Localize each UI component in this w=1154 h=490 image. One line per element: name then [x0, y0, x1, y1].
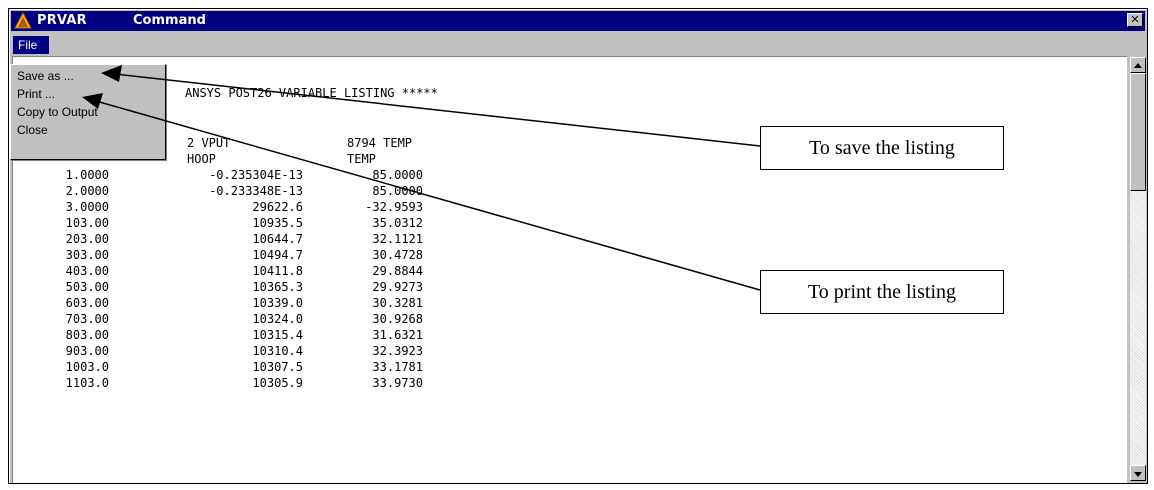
table-cell: 32.3923	[372, 344, 423, 358]
column-header-3-line2: TEMP	[347, 152, 376, 166]
table-cell: 35.0312	[372, 216, 423, 230]
table-cell: 10494.7	[252, 248, 303, 262]
table-cell: 1.0000	[65, 168, 109, 182]
listing-header: ANSYS POST26 VARIABLE LISTING *****	[185, 86, 438, 100]
table-cell: 10310.4	[252, 344, 303, 358]
table-cell: 10644.7	[252, 232, 303, 246]
menu-item-print[interactable]: Print ...	[17, 85, 55, 103]
table-cell: -32.9593	[365, 200, 423, 214]
table-cell: 2.0000	[65, 184, 109, 198]
print-annotation-text: To print the listing	[807, 281, 957, 303]
file-dropdown-menu: Save as ... Print ... Copy to Output Clo…	[10, 64, 166, 160]
table-row: 103.00 10935.5 35.0312	[13, 215, 423, 231]
menu-item-copy-to-output[interactable]: Copy to Output	[17, 103, 98, 121]
table-cell: 203.00	[65, 232, 109, 246]
ansys-logo-icon	[14, 12, 32, 29]
column-header-3-line1: 8794 TEMP	[347, 136, 413, 150]
table-cell: 503.00	[65, 280, 109, 294]
table-row: 903.00 10310.4 32.3923	[13, 343, 423, 359]
table-row: 803.00 10315.4 31.6321	[13, 327, 423, 343]
close-button[interactable]: ✕	[1127, 13, 1143, 27]
scroll-thumb[interactable]	[1130, 73, 1146, 191]
table-cell: 903.00	[65, 344, 109, 358]
table-cell: 10411.8	[252, 264, 303, 278]
scroll-up-button[interactable]	[1130, 57, 1146, 73]
table-cell: 32.1121	[372, 232, 423, 246]
table-cell: 33.1781	[372, 360, 423, 374]
column-header-2-line2: HOOP	[187, 152, 216, 166]
table-row: 703.00 10324.0 30.9268	[13, 311, 423, 327]
column-header-2-line1: 2 VPUT	[187, 136, 231, 150]
table-cell: 29.9273	[372, 280, 423, 294]
table-cell: -0.235304E-13	[209, 168, 303, 182]
table-row: 303.00 10494.7 30.4728	[13, 247, 423, 263]
vertical-scrollbar[interactable]	[1130, 57, 1146, 481]
menu-bar: File	[11, 33, 1145, 55]
table-cell: 30.3281	[372, 296, 423, 310]
table-cell: 85.0000	[372, 168, 423, 182]
table-cell: 10935.5	[252, 216, 303, 230]
table-row: 203.00 10644.7 32.1121	[13, 231, 423, 247]
table-cell: 31.6321	[372, 328, 423, 342]
table-row: 503.00 10365.3 29.9273	[13, 279, 423, 295]
arrow-down-icon	[1134, 472, 1142, 477]
table-cell: 1003.0	[65, 360, 109, 374]
table-cell: 10315.4	[252, 328, 303, 342]
table-row: 1003.0 10307.5 33.1781	[13, 359, 423, 375]
table-cell: 10324.0	[252, 312, 303, 326]
table-cell: 33.9730	[372, 376, 423, 390]
scroll-down-button[interactable]	[1130, 465, 1146, 481]
table-row: 403.00 10411.8 29.8844	[13, 263, 423, 279]
print-annotation-box: To print the listing	[760, 270, 1004, 314]
table-row: 2.0000 -0.233348E-13 85.0000	[13, 183, 423, 199]
table-cell: 30.4728	[372, 248, 423, 262]
table-cell: 3.0000	[65, 200, 109, 214]
table-cell: 30.9268	[372, 312, 423, 326]
menu-item-save-as[interactable]: Save as ...	[17, 67, 74, 85]
table-row: 603.00 10339.0 30.3281	[13, 295, 423, 311]
table-cell: 10305.9	[252, 376, 303, 390]
table-cell: 29622.6	[252, 200, 303, 214]
table-cell: 403.00	[65, 264, 109, 278]
menu-file-label: File	[18, 38, 38, 52]
table-cell: 1103.0	[65, 376, 109, 390]
menu-file[interactable]: File	[13, 36, 49, 54]
table-row: 1.0000 -0.235304E-13 85.0000	[13, 167, 423, 183]
table-cell: 303.00	[65, 248, 109, 262]
table-cell: 10365.3	[252, 280, 303, 294]
table-cell: 29.8844	[372, 264, 423, 278]
table-cell: 85.0000	[372, 184, 423, 198]
table-cell: 103.00	[65, 216, 109, 230]
table-cell: 603.00	[65, 296, 109, 310]
save-annotation-box: To save the listing	[760, 126, 1004, 170]
save-annotation-text: To save the listing	[809, 137, 955, 159]
table-row: 1103.0 10305.9 33.9730	[13, 375, 423, 391]
table-cell: 10339.0	[252, 296, 303, 310]
window-title: Command	[133, 13, 206, 28]
title-bar[interactable]: PRVAR Command ✕	[11, 11, 1145, 31]
table-cell: -0.233348E-13	[209, 184, 303, 198]
menu-item-close[interactable]: Close	[17, 121, 48, 139]
table-cell: 703.00	[65, 312, 109, 326]
window-app-name: PRVAR	[37, 13, 87, 28]
table-cell: 803.00	[65, 328, 109, 342]
table-row: 3.0000 29622.6 -32.9593	[13, 199, 423, 215]
arrow-up-icon	[1134, 63, 1142, 68]
table-cell: 10307.5	[252, 360, 303, 374]
